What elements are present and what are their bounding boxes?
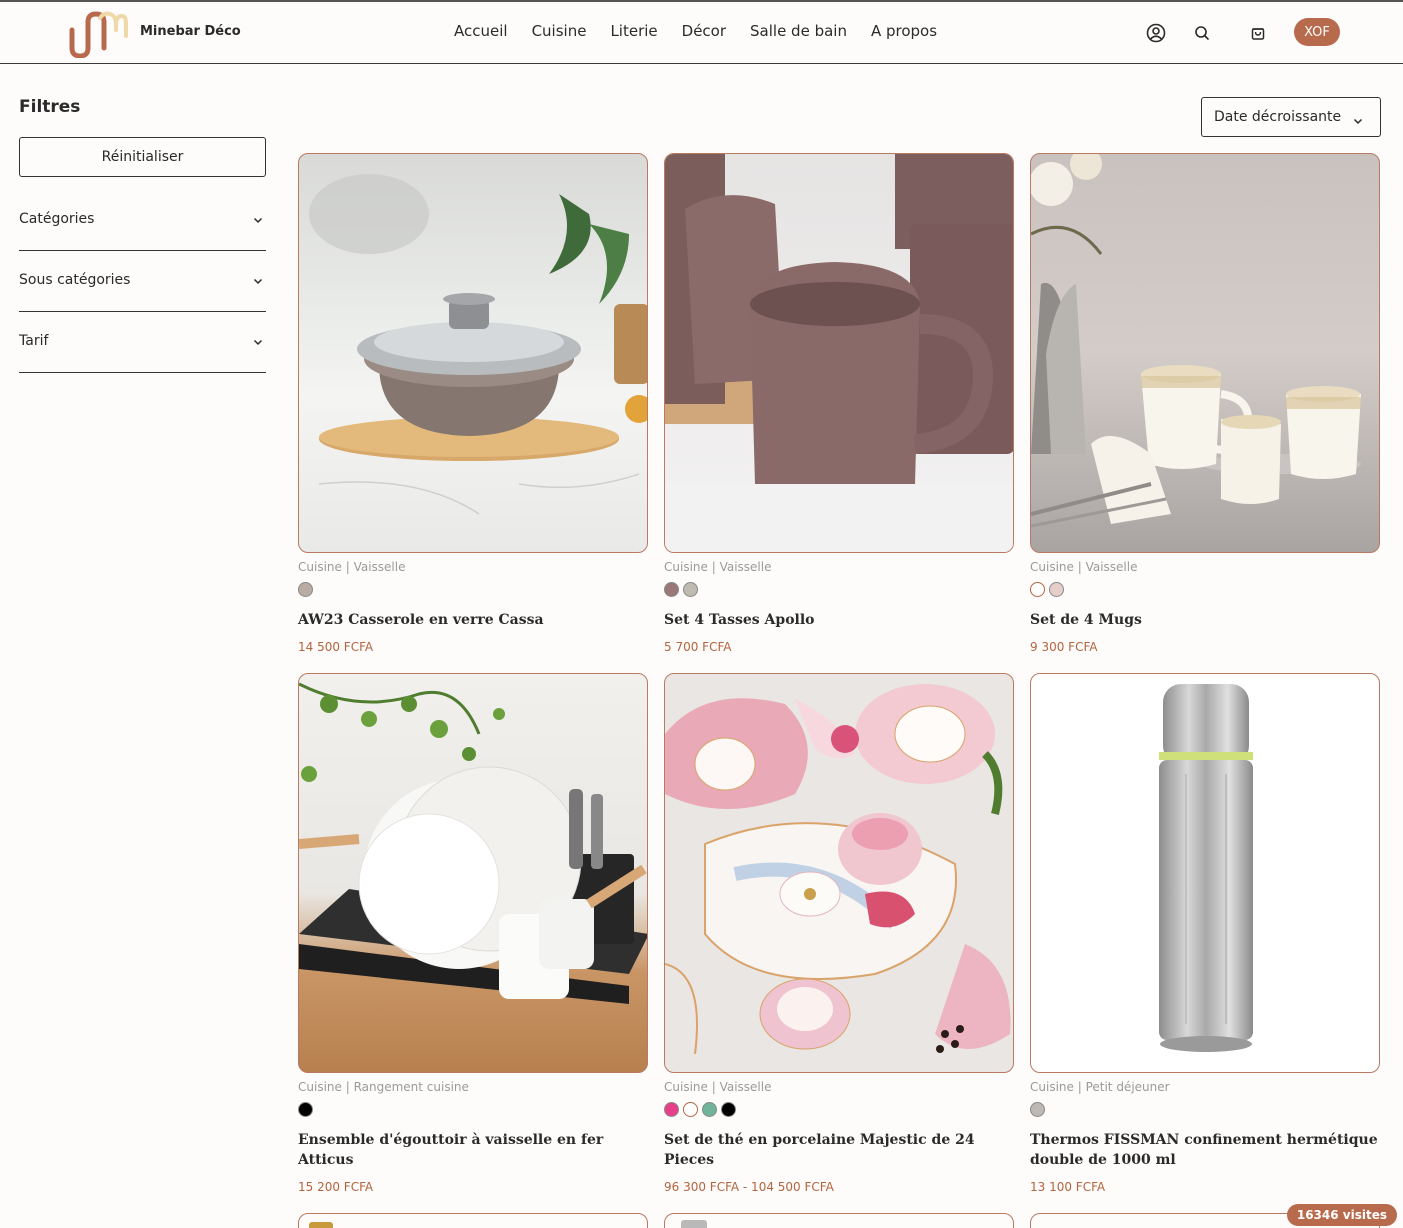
filter-categories[interactable]: Catégories bbox=[19, 211, 266, 251]
color-swatch[interactable] bbox=[1030, 582, 1045, 597]
color-swatches bbox=[1030, 1102, 1380, 1118]
product-category: Cuisine | Vaisselle bbox=[664, 1080, 772, 1094]
color-swatch[interactable] bbox=[1030, 1102, 1045, 1117]
filter-tarif[interactable]: Tarif bbox=[19, 333, 266, 373]
product-title[interactable]: Set 4 Tasses Apollo bbox=[664, 610, 1014, 630]
product-card-partial[interactable] bbox=[664, 1213, 1014, 1228]
color-swatches bbox=[298, 1102, 648, 1118]
product-card[interactable]: Cuisine | Petit déjeuner Thermos FISSMAN… bbox=[1030, 673, 1380, 1194]
product-title[interactable]: Set de 4 Mugs bbox=[1030, 610, 1380, 630]
product-category: Cuisine | Vaisselle bbox=[1030, 560, 1138, 574]
main-nav: Accueil Cuisine Literie Décor Salle de b… bbox=[454, 22, 937, 40]
product-price: 13 100 FCFA bbox=[1030, 1180, 1106, 1194]
color-swatch[interactable] bbox=[683, 1102, 698, 1117]
color-swatches bbox=[664, 582, 1014, 598]
nav-salle-de-bain[interactable]: Salle de bain bbox=[750, 22, 847, 40]
sort-selected-value: Date décroissante bbox=[1214, 109, 1342, 125]
chevron-down-icon bbox=[1353, 118, 1363, 125]
nav-decor[interactable]: Décor bbox=[682, 22, 726, 40]
product-category: Cuisine | Vaisselle bbox=[298, 560, 406, 574]
color-swatches bbox=[1030, 582, 1380, 598]
color-swatches bbox=[664, 1102, 1014, 1118]
currency-selector[interactable]: XOF bbox=[1294, 18, 1340, 46]
product-card[interactable]: Cuisine | Vaisselle AW23 Casserole en ve… bbox=[298, 153, 648, 654]
product-title[interactable]: Ensemble d'égouttoir à vaisselle en fer … bbox=[298, 1130, 648, 1170]
search-icon[interactable] bbox=[1191, 22, 1213, 44]
nav-cuisine[interactable]: Cuisine bbox=[532, 22, 587, 40]
chevron-down-icon bbox=[253, 278, 263, 285]
color-swatch[interactable] bbox=[298, 1102, 313, 1117]
product-image[interactable] bbox=[664, 153, 1014, 553]
product-image[interactable] bbox=[298, 153, 648, 553]
nav-literie[interactable]: Literie bbox=[610, 22, 657, 40]
color-swatch[interactable] bbox=[298, 582, 313, 597]
nav-accueil[interactable]: Accueil bbox=[454, 22, 508, 40]
color-swatch[interactable] bbox=[702, 1102, 717, 1117]
color-swatch[interactable] bbox=[664, 1102, 679, 1117]
sort-select[interactable]: Date décroissante bbox=[1201, 97, 1381, 137]
filter-label: Sous catégories bbox=[19, 272, 131, 288]
color-swatch[interactable] bbox=[683, 582, 698, 597]
filters-title: Filtres bbox=[19, 97, 81, 117]
product-title[interactable]: Thermos FISSMAN confinement hermétique d… bbox=[1030, 1130, 1380, 1170]
filter-label: Tarif bbox=[19, 333, 49, 349]
site-header: Minebar Déco Accueil Cuisine Literie Déc… bbox=[0, 2, 1403, 64]
nav-a-propos[interactable]: A propos bbox=[871, 22, 937, 40]
color-swatch[interactable] bbox=[721, 1102, 736, 1117]
product-image[interactable] bbox=[298, 673, 648, 1073]
product-price: 96 300 FCFA - 104 500 FCFA bbox=[664, 1180, 834, 1194]
product-price: 9 300 FCFA bbox=[1030, 640, 1098, 654]
product-category: Cuisine | Vaisselle bbox=[664, 560, 772, 574]
reset-filters-button[interactable]: Réinitialiser bbox=[19, 137, 266, 177]
visits-badge: 16346 visites bbox=[1286, 1204, 1397, 1226]
brand-logo[interactable] bbox=[66, 8, 128, 58]
chevron-down-icon bbox=[253, 339, 263, 346]
cart-icon[interactable] bbox=[1247, 22, 1269, 44]
product-category: Cuisine | Petit déjeuner bbox=[1030, 1080, 1170, 1094]
user-icon[interactable] bbox=[1145, 22, 1167, 44]
product-card[interactable]: Cuisine | Vaisselle Set de 4 Mugs 9 300 … bbox=[1030, 153, 1380, 654]
product-price: 14 500 FCFA bbox=[298, 640, 374, 654]
brand-name[interactable]: Minebar Déco bbox=[140, 24, 241, 39]
product-image[interactable] bbox=[1030, 153, 1380, 553]
product-category: Cuisine | Rangement cuisine bbox=[298, 1080, 469, 1094]
product-price: 5 700 FCFA bbox=[664, 640, 732, 654]
product-title[interactable]: Set de thé en porcelaine Majestic de 24 … bbox=[664, 1130, 1014, 1170]
product-price: 15 200 FCFA bbox=[298, 1180, 374, 1194]
product-image[interactable] bbox=[1030, 673, 1380, 1073]
product-image[interactable] bbox=[664, 673, 1014, 1073]
product-card-partial[interactable] bbox=[298, 1213, 648, 1228]
color-swatch[interactable] bbox=[1049, 582, 1064, 597]
filter-sous-categories[interactable]: Sous catégories bbox=[19, 272, 266, 312]
chevron-down-icon bbox=[253, 217, 263, 224]
color-swatch[interactable] bbox=[664, 582, 679, 597]
product-card[interactable]: Cuisine | Rangement cuisine Ensemble d'é… bbox=[298, 673, 648, 1194]
color-swatches bbox=[298, 582, 648, 598]
product-title[interactable]: AW23 Casserole en verre Cassa bbox=[298, 610, 648, 630]
product-card[interactable]: Cuisine | Vaisselle Set de thé en porcel… bbox=[664, 673, 1014, 1194]
product-card[interactable]: Cuisine | Vaisselle Set 4 Tasses Apollo … bbox=[664, 153, 1014, 654]
filter-label: Catégories bbox=[19, 211, 95, 227]
